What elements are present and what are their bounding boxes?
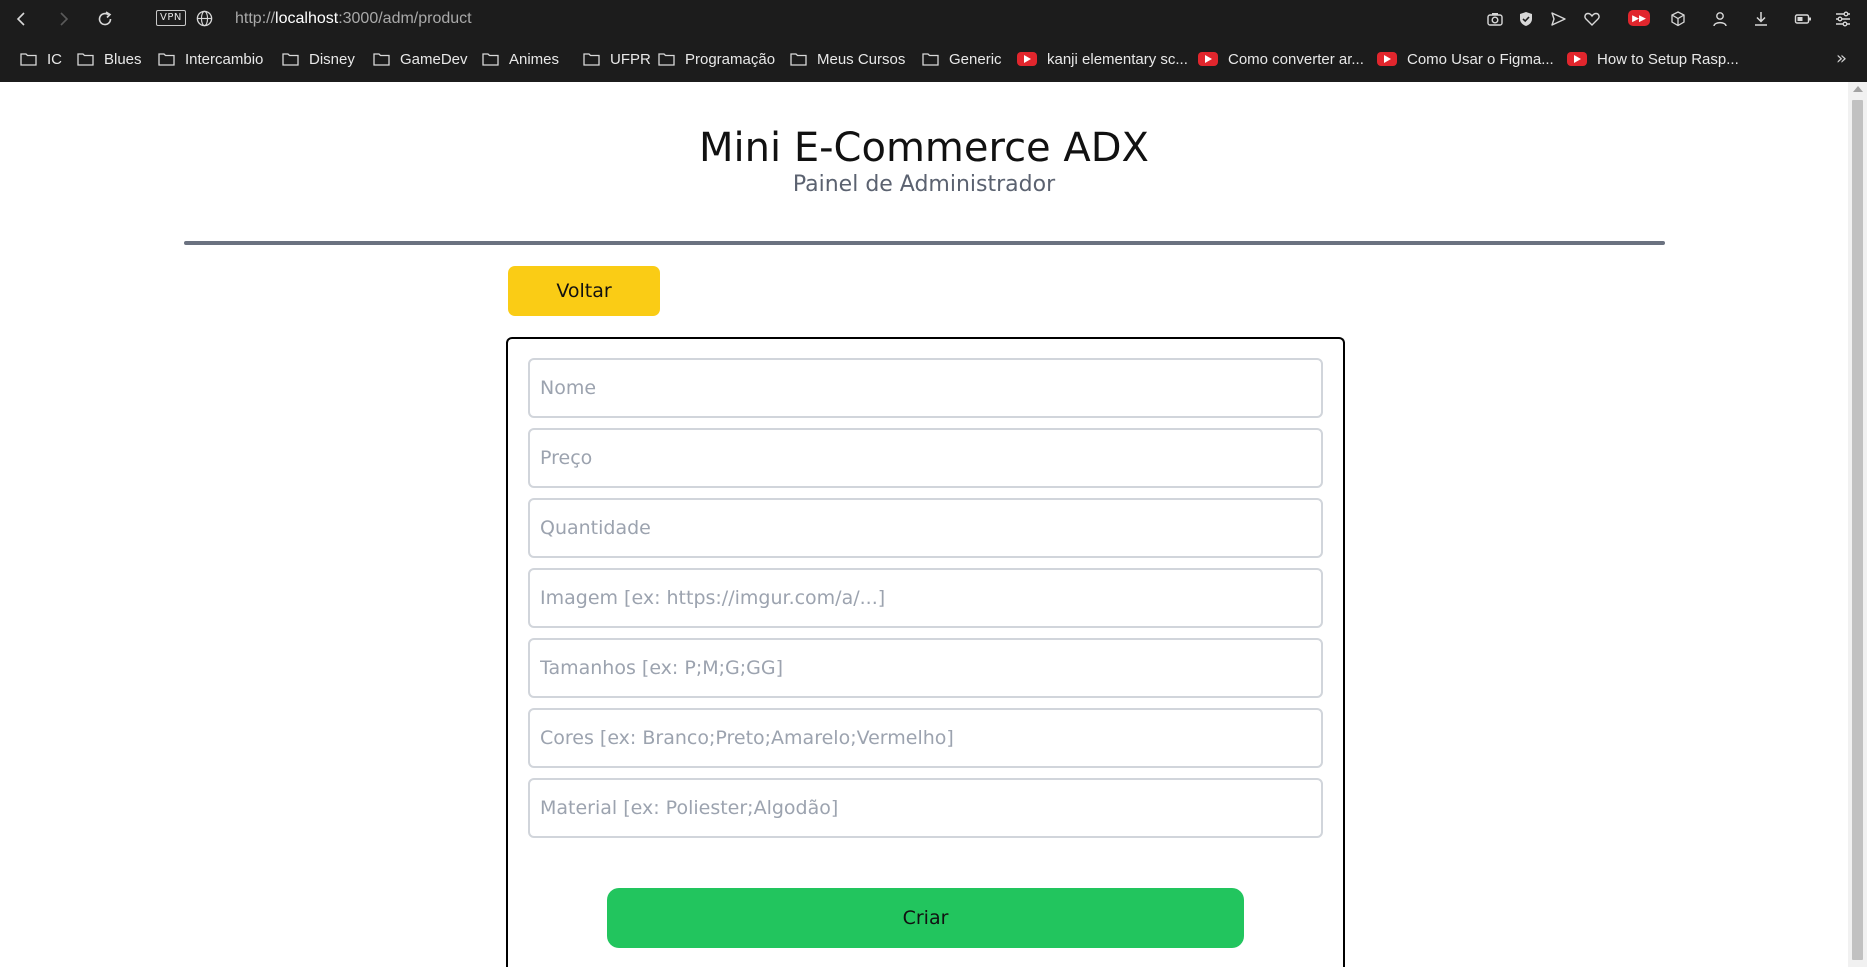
bookmark-label: How to Setup Rasp...	[1597, 50, 1739, 68]
folder-icon	[20, 53, 37, 66]
address-bar[interactable]: http://localhost:3000/adm/product	[235, 9, 472, 29]
bookmark-item[interactable]: Meus Cursos	[790, 49, 905, 69]
bookmark-label: Programação	[685, 50, 776, 68]
profile-icon[interactable]	[1709, 8, 1731, 30]
bookmark-item[interactable]: IC	[20, 49, 62, 69]
forward-arrow-icon[interactable]	[51, 7, 75, 31]
bookmark-label: UFPR	[610, 50, 651, 68]
cube-icon[interactable]	[1667, 8, 1689, 30]
bookmark-item[interactable]: Intercambio	[158, 49, 263, 69]
bookmark-item[interactable]: Disney	[282, 49, 355, 69]
url-host: localhost	[275, 10, 339, 27]
page-scrollbar[interactable]	[1848, 82, 1867, 967]
folder-icon	[373, 53, 390, 66]
folder-icon	[583, 53, 600, 66]
url-scheme: http://	[235, 10, 276, 27]
bookmarks-bar: IC Blues Intercambio Disney GameDev Animes UFP…	[0, 42, 1867, 76]
youtube-icon	[1017, 52, 1037, 66]
easy-setup-sliders-icon[interactable]	[1832, 8, 1854, 30]
bookmark-label: IC	[47, 50, 62, 68]
address-bar-row: VPN http://localhost:3000/adm/product ▶▶	[0, 0, 1867, 38]
header-divider	[184, 241, 1665, 245]
download-icon[interactable]	[1750, 8, 1772, 30]
sizes-input[interactable]	[528, 638, 1323, 698]
bookmark-label: GameDev	[400, 50, 468, 68]
bookmark-label: Como converter ar...	[1228, 50, 1364, 68]
site-info-globe-icon[interactable]	[195, 9, 214, 28]
bookmark-item[interactable]: How to Setup Rasp...	[1567, 49, 1739, 69]
reload-icon[interactable]	[93, 7, 117, 31]
page-title: Mini E-Commerce ADX	[699, 125, 1149, 171]
create-button[interactable]: Criar	[607, 888, 1244, 948]
scroll-thumb[interactable]	[1852, 100, 1863, 960]
bookmark-label: Blues	[104, 50, 142, 68]
price-input[interactable]	[528, 428, 1323, 488]
quantity-input[interactable]	[528, 498, 1323, 558]
shield-icon[interactable]	[1515, 8, 1537, 30]
folder-icon	[158, 53, 175, 66]
youtube-icon	[1377, 52, 1397, 66]
page-content: Mini E-Commerce ADX Painel de Administra…	[0, 82, 1848, 967]
bookmark-item[interactable]: kanji elementary sc...	[1017, 49, 1188, 69]
back-arrow-icon[interactable]	[10, 7, 34, 31]
product-form: Criar	[506, 337, 1345, 967]
folder-icon	[922, 53, 939, 66]
browser-chrome: VPN http://localhost:3000/adm/product ▶▶	[0, 0, 1867, 82]
bookmark-label: Animes	[509, 50, 560, 68]
back-button[interactable]: Voltar	[508, 266, 660, 316]
url-path: :3000/adm/product	[338, 10, 472, 27]
folder-icon	[482, 53, 499, 66]
heart-icon[interactable]	[1581, 8, 1603, 30]
name-input[interactable]	[528, 358, 1323, 418]
vpn-badge[interactable]: VPN	[156, 10, 186, 26]
folder-icon	[282, 53, 299, 66]
page-subtitle: Painel de Administrador	[792, 172, 1056, 197]
bookmark-label: Generic	[949, 50, 1002, 68]
bookmark-item[interactable]: Generic	[922, 49, 1002, 69]
camera-icon[interactable]	[1484, 8, 1506, 30]
bookmark-item[interactable]: Blues	[77, 49, 142, 69]
battery-saver-icon[interactable]	[1792, 8, 1814, 30]
material-input[interactable]	[528, 778, 1323, 838]
folder-icon	[77, 53, 94, 66]
bookmark-item[interactable]: Como converter ar...	[1198, 49, 1364, 69]
bookmark-item[interactable]: Animes	[482, 49, 559, 69]
bookmarks-overflow-icon[interactable]: »	[1836, 48, 1847, 69]
image-url-input[interactable]	[528, 568, 1323, 628]
bookmark-item[interactable]: UFPR	[583, 49, 651, 69]
bookmark-label: kanji elementary sc...	[1047, 50, 1188, 68]
bookmark-item[interactable]: GameDev	[373, 49, 468, 69]
bookmark-label: Disney	[309, 50, 355, 68]
bookmark-item[interactable]: Programação	[658, 49, 775, 69]
scroll-up-arrow-icon[interactable]	[1853, 86, 1863, 92]
bookmark-label: Como Usar o Figma...	[1407, 50, 1554, 68]
folder-icon	[790, 53, 807, 66]
send-icon[interactable]	[1547, 8, 1569, 30]
colors-input[interactable]	[528, 708, 1323, 768]
youtube-icon	[1567, 52, 1587, 66]
bookmark-label: Meus Cursos	[817, 50, 906, 68]
bookmark-label: Intercambio	[185, 50, 264, 68]
folder-icon	[658, 53, 675, 66]
youtube-extension-icon[interactable]: ▶▶	[1628, 10, 1650, 26]
youtube-icon	[1198, 52, 1218, 66]
bookmark-item[interactable]: Como Usar o Figma...	[1377, 49, 1554, 69]
